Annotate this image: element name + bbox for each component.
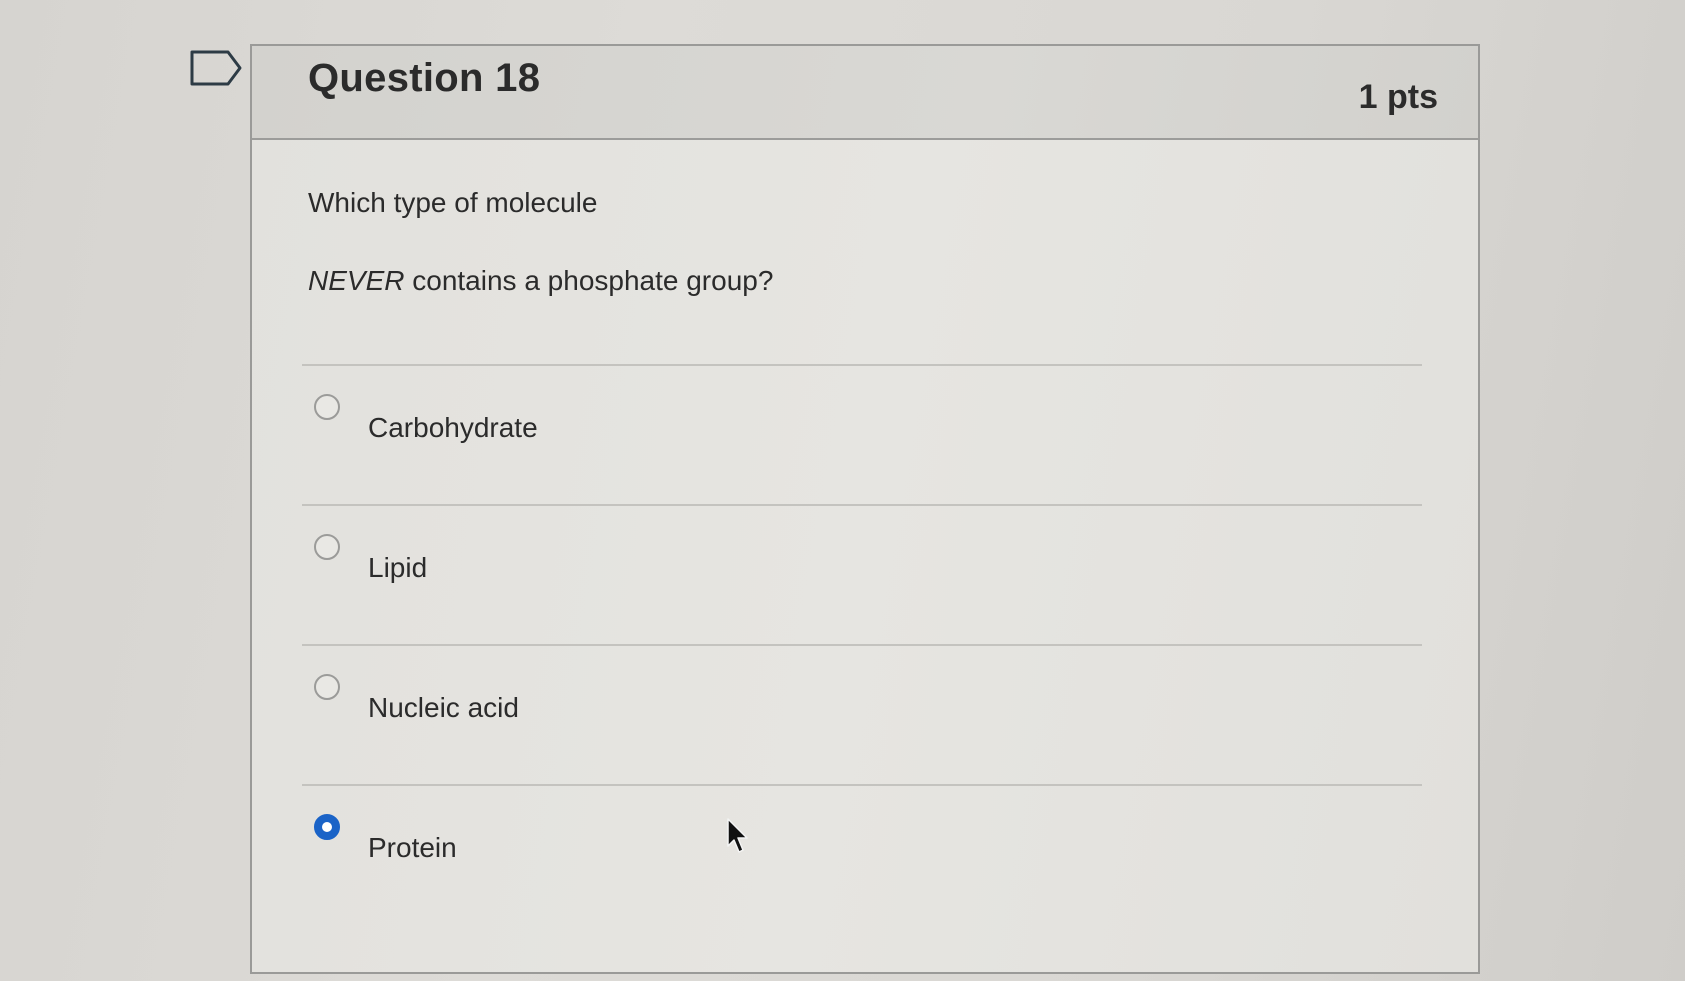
radio-button[interactable] [314, 394, 340, 420]
flag-question-icon[interactable] [190, 50, 242, 86]
answer-label: Nucleic acid [368, 692, 519, 723]
question-text-line2: NEVER contains a phosphate group? [308, 264, 773, 298]
answer-label: Carbohydrate [368, 412, 538, 443]
answer-label: Protein [368, 832, 457, 863]
answer-list: Carbohydrate Lipid Nucleic acid Protein [302, 364, 1422, 924]
radio-button[interactable] [314, 674, 340, 700]
answer-label: Lipid [368, 552, 428, 583]
answer-option-carbohydrate[interactable]: Carbohydrate [302, 364, 1422, 504]
question-text-line1: Which type of molecule [308, 187, 598, 218]
question-header: Question 18 1 pts [252, 46, 1478, 140]
question-points: 1 pts [1358, 78, 1438, 116]
question-card: Question 18 1 pts Which type of molecule… [250, 44, 1480, 974]
answer-option-protein[interactable]: Protein [302, 784, 1422, 924]
answer-option-lipid[interactable]: Lipid [302, 504, 1422, 644]
radio-button[interactable] [314, 814, 340, 840]
answer-option-nucleic-acid[interactable]: Nucleic acid [302, 644, 1422, 784]
question-text-rest: contains a phosphate group? [404, 264, 774, 296]
mouse-pointer-icon [727, 818, 749, 854]
radio-button[interactable] [314, 534, 340, 560]
question-title: Question 18 [308, 56, 541, 100]
question-text-emphasis: NEVER [308, 264, 405, 296]
question-text: Which type of molecule NEVER contains a … [308, 186, 773, 297]
